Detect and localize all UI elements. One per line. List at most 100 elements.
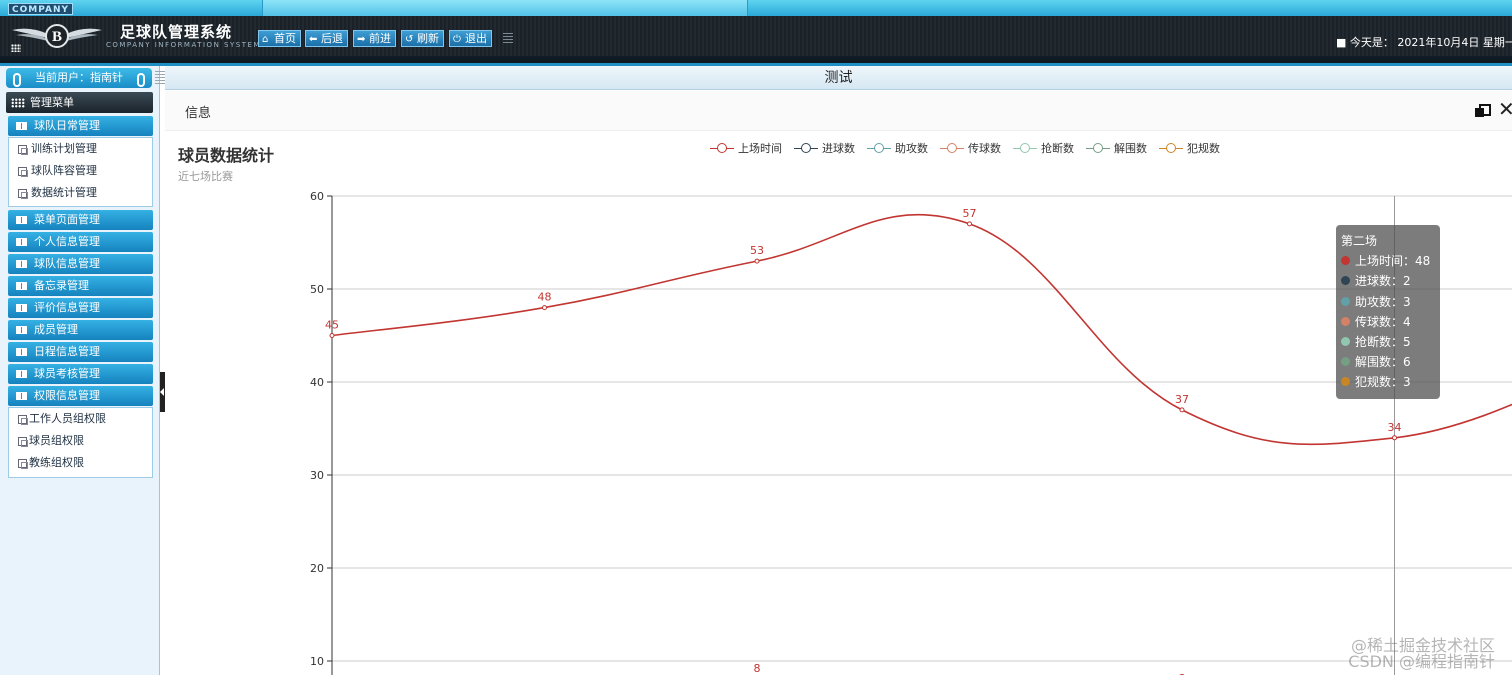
- data-label: 48: [538, 291, 552, 304]
- back-button[interactable]: ⬅ 后退: [305, 30, 348, 47]
- watermark-csdn: CSDN @编程指南针: [1348, 652, 1495, 671]
- tooltip-title: 第二场: [1341, 234, 1378, 248]
- app-header: COMPANY B 足球队管理系统 COMPANY INFORMATION SY…: [0, 0, 1512, 66]
- legend-symbol-icon: [1013, 143, 1037, 153]
- page-icon: [18, 437, 28, 447]
- chart-title: 球员数据统计: [178, 146, 275, 165]
- sidebar-group-team-daily[interactable]: 球队日常管理: [8, 116, 153, 136]
- book-icon: [16, 392, 27, 400]
- svg-text:B: B: [52, 29, 62, 45]
- home-icon: ⌂: [262, 34, 269, 45]
- sidebar-group-permissions[interactable]: 权限信息管理: [8, 386, 153, 406]
- sidebar-group-personal-info[interactable]: 个人信息管理: [8, 232, 153, 252]
- y-tick-label: 20: [310, 562, 324, 575]
- signal-icon: [11, 44, 21, 52]
- power-icon: ⏻: [453, 34, 461, 45]
- series-dot-icon: [1341, 377, 1350, 387]
- forward-button[interactable]: ➡ 前进: [353, 30, 396, 47]
- sidebar-group-members[interactable]: 成员管理: [8, 320, 153, 340]
- legend-item[interactable]: 传球数: [940, 140, 1001, 156]
- tooltip-value: 助攻数：3: [1355, 294, 1411, 309]
- system-subtitle: COMPANY INFORMATION SYSTEM: [106, 41, 261, 49]
- tooltip-value: 进球数：2: [1355, 274, 1411, 289]
- book-icon: [16, 238, 27, 246]
- ring-icon: [13, 73, 21, 87]
- sidebar-item-player-perm[interactable]: 球员组权限: [9, 430, 152, 452]
- data-point: [542, 305, 547, 311]
- sidebar-group-team-info[interactable]: 球队信息管理: [8, 254, 153, 274]
- tooltip-value: 犯规数：3: [1355, 375, 1411, 390]
- series-dot-icon: [1341, 256, 1350, 266]
- refresh-button[interactable]: ↺ 刷新: [401, 30, 444, 47]
- book-icon: [16, 122, 27, 130]
- legend-item[interactable]: 助攻数: [867, 140, 928, 156]
- legend-item[interactable]: 上场时间: [710, 140, 782, 156]
- book-icon: [16, 260, 27, 268]
- bentley-logo: B: [12, 24, 102, 48]
- tooltip-value: 抢断数：5: [1355, 335, 1411, 350]
- menu-title: 管理菜单: [6, 92, 153, 113]
- data-point: [329, 333, 335, 338]
- sidebar-group-team-daily-items: 训练计划管理 球队阵容管理 数据统计管理: [8, 137, 153, 207]
- grip-icon: [155, 71, 165, 85]
- legend-symbol-icon: [940, 143, 964, 153]
- y-tick-label: 30: [310, 469, 324, 482]
- sidebar: 当前用户：指南针 管理菜单 球队日常管理 训练计划管理 球队阵容管理 数据统计管…: [0, 66, 160, 675]
- chart-legend: 上场时间 进球数 助攻数 传球数 抢断数 解围数 犯规数: [710, 140, 1232, 156]
- sidebar-group-review-info[interactable]: 评价信息管理: [8, 298, 153, 318]
- logout-button[interactable]: ⏻ 退出: [449, 30, 492, 47]
- series-dot-icon: [1341, 357, 1350, 367]
- legend-label: 助攻数: [895, 142, 928, 155]
- system-title: 足球队管理系统: [120, 23, 233, 41]
- sidebar-item-team-lineup[interactable]: 球队阵容管理: [9, 160, 152, 182]
- legend-item[interactable]: 解围数: [1086, 140, 1147, 156]
- series-dot-icon: [1341, 276, 1350, 286]
- data-point: [967, 221, 972, 227]
- sidebar-group-player-assessment[interactable]: 球员考核管理: [8, 364, 153, 384]
- sidebar-item-training-plan[interactable]: 训练计划管理: [9, 138, 152, 160]
- sidebar-item-coach-perm[interactable]: 教练组权限: [9, 452, 152, 474]
- tooltip-value: 上场时间：48: [1355, 254, 1431, 269]
- legend-item[interactable]: 进球数: [794, 140, 855, 156]
- y-tick-label: 60: [310, 190, 324, 203]
- chart-tooltip: 第二场 上场时间：48 进球数：2 助攻数：3 传球数：4 抢断数：5 解围数：6 犯规数：…: [1336, 225, 1440, 399]
- home-button[interactable]: ⌂ 首页: [258, 30, 301, 47]
- y-tick-label: 50: [310, 283, 324, 296]
- page-icon: [18, 189, 28, 199]
- page-icon: [18, 459, 28, 469]
- data-label: 53: [750, 244, 764, 257]
- refresh-icon: ↺: [405, 34, 414, 45]
- sidebar-item-data-stats[interactable]: 数据统计管理: [9, 182, 152, 204]
- data-point: [1392, 435, 1397, 441]
- today-date: ■ 今天是： 2021年10月4日 星期一: [1336, 36, 1512, 49]
- tooltip-row: 解围数：6: [1341, 352, 1435, 372]
- current-user-badge: 当前用户：指南针: [6, 68, 152, 88]
- chart-subtitle: 近七场比赛: [178, 170, 233, 183]
- book-icon: [16, 216, 27, 224]
- book-icon: [16, 282, 27, 290]
- data-label: 8: [754, 662, 761, 675]
- sidebar-item-staff-perm[interactable]: 工作人员组权限: [9, 408, 152, 430]
- legend-item[interactable]: 抢断数: [1013, 140, 1074, 156]
- tooltip-row: 犯规数：3: [1341, 372, 1435, 392]
- legend-item[interactable]: 犯规数: [1159, 140, 1220, 156]
- legend-label: 犯规数: [1187, 142, 1220, 155]
- legend-label: 解围数: [1114, 142, 1147, 155]
- data-point: [1179, 407, 1185, 413]
- page-icon: [18, 167, 28, 177]
- line-chart: 10203040506045485357373488: [310, 190, 1512, 675]
- grid-icon: [11, 98, 25, 108]
- tooltip-row: 助攻数：3: [1341, 292, 1435, 312]
- main-panel: 测试 信息 ✕ 10203040506045485357373488 球员数据统…: [155, 66, 1512, 675]
- legend-symbol-icon: [867, 143, 891, 153]
- data-label: 34: [1388, 421, 1402, 434]
- sidebar-group-schedule[interactable]: 日程信息管理: [8, 342, 153, 362]
- header-top-strip: [0, 0, 1512, 16]
- tooltip-row: 上场时间：48: [1341, 251, 1435, 271]
- sidebar-group-memo[interactable]: 备忘录管理: [8, 276, 153, 296]
- sidebar-group-menu-pages[interactable]: 菜单页面管理: [8, 210, 153, 230]
- book-icon: [16, 326, 27, 334]
- series-dot-icon: [1341, 316, 1350, 326]
- tooltip-row: 进球数：2: [1341, 271, 1435, 291]
- legend-symbol-icon: [1086, 143, 1110, 153]
